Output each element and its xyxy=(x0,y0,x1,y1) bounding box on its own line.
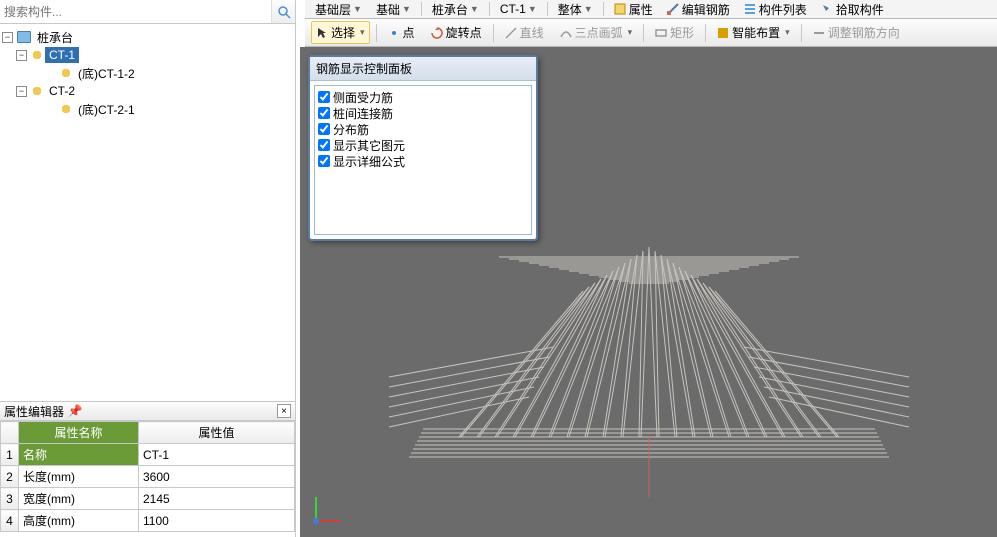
tree-label: 桩承台 xyxy=(33,28,77,47)
btn-smart-layout[interactable]: 智能布置▾ xyxy=(712,21,795,44)
folder-icon xyxy=(17,31,31,43)
corner-cell xyxy=(1,422,19,444)
combo-type[interactable]: 桩承台▼ xyxy=(428,1,483,18)
search-input[interactable] xyxy=(0,0,271,23)
btn-select[interactable]: 选择▾ xyxy=(311,21,370,44)
btn-adjust-rebar-dir[interactable]: 调整钢筋方向 xyxy=(808,21,905,44)
combo-member[interactable]: CT-1▼ xyxy=(496,2,541,16)
tree-label: CT-2 xyxy=(45,83,79,99)
tree-node-ct1[interactable]: − CT-1 xyxy=(16,46,293,64)
wireframe-model xyxy=(339,137,959,497)
tree-label: (底)CT-1-2 xyxy=(74,64,139,83)
checkbox[interactable] xyxy=(318,123,330,135)
table-row[interactable]: 4高度(mm)1100 xyxy=(1,510,295,532)
checkbox[interactable] xyxy=(318,155,330,167)
chk-item[interactable]: 桩间连接筋 xyxy=(318,105,528,121)
table-row[interactable]: 3宽度(mm)2145 xyxy=(1,488,295,510)
btn-property[interactable]: 属性 xyxy=(610,1,657,18)
combo-category[interactable]: 基础▼ xyxy=(372,1,415,18)
btn-line[interactable]: 直线 xyxy=(500,21,549,44)
combo-floor[interactable]: 基础层▼ xyxy=(311,1,366,18)
chk-item[interactable]: 分布筋 xyxy=(318,121,528,137)
property-panel-header: 属性编辑器 📌 × xyxy=(0,401,296,421)
checkbox[interactable] xyxy=(318,91,330,103)
tree-leaf[interactable]: (底)CT-1-2 xyxy=(44,64,293,82)
col-name: 属性名称 xyxy=(19,422,139,444)
checkbox[interactable] xyxy=(318,107,330,119)
collapse-icon[interactable]: − xyxy=(2,32,13,43)
pin-icon[interactable]: 📌 xyxy=(68,404,82,418)
property-panel-title: 属性编辑器 xyxy=(4,403,64,420)
btn-rect[interactable]: 矩形 xyxy=(650,21,699,44)
member-icon xyxy=(31,49,43,61)
property-grid: 属性名称 属性值 1名称CT-1 2长度(mm)3600 3宽度(mm)2145… xyxy=(0,421,296,537)
btn-pick-member[interactable]: 拾取构件 xyxy=(817,1,888,18)
panel-title: 钢筋显示控制面板 xyxy=(310,57,536,81)
table-row[interactable]: 2长度(mm)3600 xyxy=(1,466,295,488)
search-button[interactable] xyxy=(271,0,295,23)
member-icon xyxy=(31,85,43,97)
btn-member-list[interactable]: 构件列表 xyxy=(740,1,811,18)
table-row[interactable]: 1名称CT-1 xyxy=(1,444,295,466)
col-value: 属性值 xyxy=(139,422,295,444)
btn-edit-rebar[interactable]: 编辑钢筋 xyxy=(663,1,734,18)
tree-root[interactable]: − 桩承台 xyxy=(2,28,293,46)
tree-node-ct2[interactable]: − CT-2 xyxy=(16,82,293,100)
collapse-icon[interactable]: − xyxy=(16,50,27,61)
btn-point[interactable]: 点 xyxy=(383,21,420,44)
tree-label: CT-1 xyxy=(45,47,79,63)
member-icon xyxy=(60,67,72,79)
draw-toolbar: 选择▾ 点 旋转点 直线 三点画弧▾ 矩形 智能布置▾ 调整钢筋方向 xyxy=(305,19,997,47)
member-tree: −桩承台 −CT-1 (底)CT-1-2 −CT-2 (底)CT-2-1 xyxy=(0,24,296,401)
tree-label: (底)CT-2-1 xyxy=(74,100,139,119)
search-icon xyxy=(277,5,291,19)
close-icon[interactable]: × xyxy=(277,404,291,418)
combo-scope[interactable]: 整体▼ xyxy=(554,1,597,18)
search-bar xyxy=(0,0,296,24)
checkbox[interactable] xyxy=(318,139,330,151)
axis-gizmo xyxy=(306,491,346,531)
viewport-3d[interactable]: 钢筋显示控制面板 侧面受力筋 桩间连接筋 分布筋 显示其它图元 显示详细公式 xyxy=(300,47,997,537)
tree-leaf[interactable]: (底)CT-2-1 xyxy=(44,100,293,118)
btn-arc3[interactable]: 三点画弧▾ xyxy=(555,21,638,44)
collapse-icon[interactable]: − xyxy=(16,86,27,97)
chk-item[interactable]: 侧面受力筋 xyxy=(318,89,528,105)
btn-rotate-point[interactable]: 旋转点 xyxy=(426,21,487,44)
top-toolbar: 基础层▼ 基础▼ 桩承台▼ CT-1▼ 整体▼ 属性 编辑钢筋 构件列表 拾取构… xyxy=(305,0,997,19)
member-icon xyxy=(60,103,72,115)
